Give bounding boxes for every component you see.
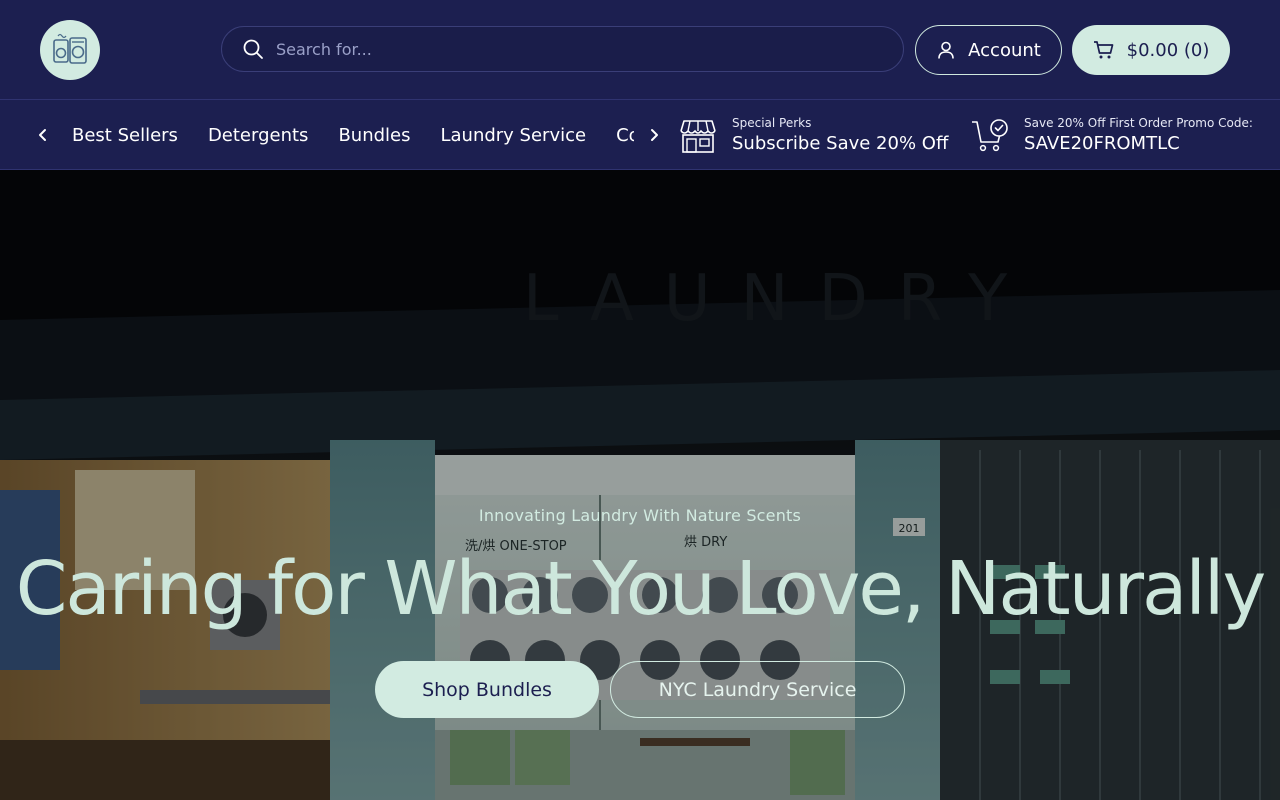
search-input[interactable]: [276, 27, 903, 71]
search-bar[interactable]: [221, 26, 904, 72]
hero-eyebrow: Innovating Laundry With Nature Scents: [478, 506, 802, 525]
perk-eyebrow: Special Perks: [732, 115, 812, 130]
perk-text: Save 20% Off First Order Promo Code: SAV…: [1024, 115, 1253, 157]
laundry-machine-logo-icon: [53, 33, 87, 64]
hero-content: Innovating Laundry With Nature Scents Ca…: [0, 506, 1280, 631]
perk-text: Special Perks Subscribe Save 20% Off: [732, 115, 948, 157]
chevron-right-icon: [651, 129, 658, 141]
promo-code[interactable]: SAVE20FROMTLC: [1024, 131, 1253, 157]
cart-icon: [1093, 41, 1113, 59]
nav-item-laundry-service[interactable]: Laundry Service: [440, 125, 586, 146]
cart-button[interactable]: $0.00 (0): [1072, 25, 1230, 75]
nav-item-bundles[interactable]: Bundles: [338, 125, 410, 146]
site-header: Account $0.00 (0): [0, 0, 1280, 100]
nav-item-contact[interactable]: Contact: [616, 125, 634, 146]
logo[interactable]: [40, 20, 100, 80]
storefront-icon: [678, 116, 718, 156]
perk-eyebrow: Save 20% Off First Order Promo Code:: [1024, 115, 1253, 130]
cart-total-label: $0.00 (0): [1126, 39, 1210, 61]
nyc-laundry-service-button[interactable]: NYC Laundry Service: [610, 661, 905, 718]
main-navigation: Best Sellers Detergents Bundles Laundry …: [0, 101, 1280, 170]
nav-scroll-left-button[interactable]: [31, 123, 55, 147]
nav-links: Best Sellers Detergents Bundles Laundry …: [72, 101, 634, 170]
chevron-left-icon: [39, 129, 46, 141]
nav-scroll-right-button[interactable]: [642, 123, 666, 147]
perk-title: Subscribe Save 20% Off: [732, 132, 949, 154]
hero-headline: Caring for What You Love, Naturally: [15, 546, 1267, 632]
hero-cta-group: Shop Bundles NYC Laundry Service: [0, 661, 1280, 718]
hero-banner: LAUNDRY 洗/烘 ONE-STOP 烘 DRY 201 Innovatin…: [0, 170, 1280, 800]
perk-promo-code: Save 20% Off First Order Promo Code: SAV…: [970, 101, 1253, 170]
account-label: Account: [968, 39, 1041, 61]
nav-item-detergents[interactable]: Detergents: [208, 125, 309, 146]
shop-bundles-button[interactable]: Shop Bundles: [375, 661, 599, 718]
search-icon: [242, 38, 264, 60]
nav-item-best-sellers[interactable]: Best Sellers: [72, 125, 178, 146]
cart-check-icon: [970, 116, 1010, 156]
user-icon: [938, 41, 954, 59]
perk-subscribe: Special Perks Subscribe Save 20% Off: [678, 101, 948, 170]
account-button[interactable]: Account: [915, 25, 1062, 75]
